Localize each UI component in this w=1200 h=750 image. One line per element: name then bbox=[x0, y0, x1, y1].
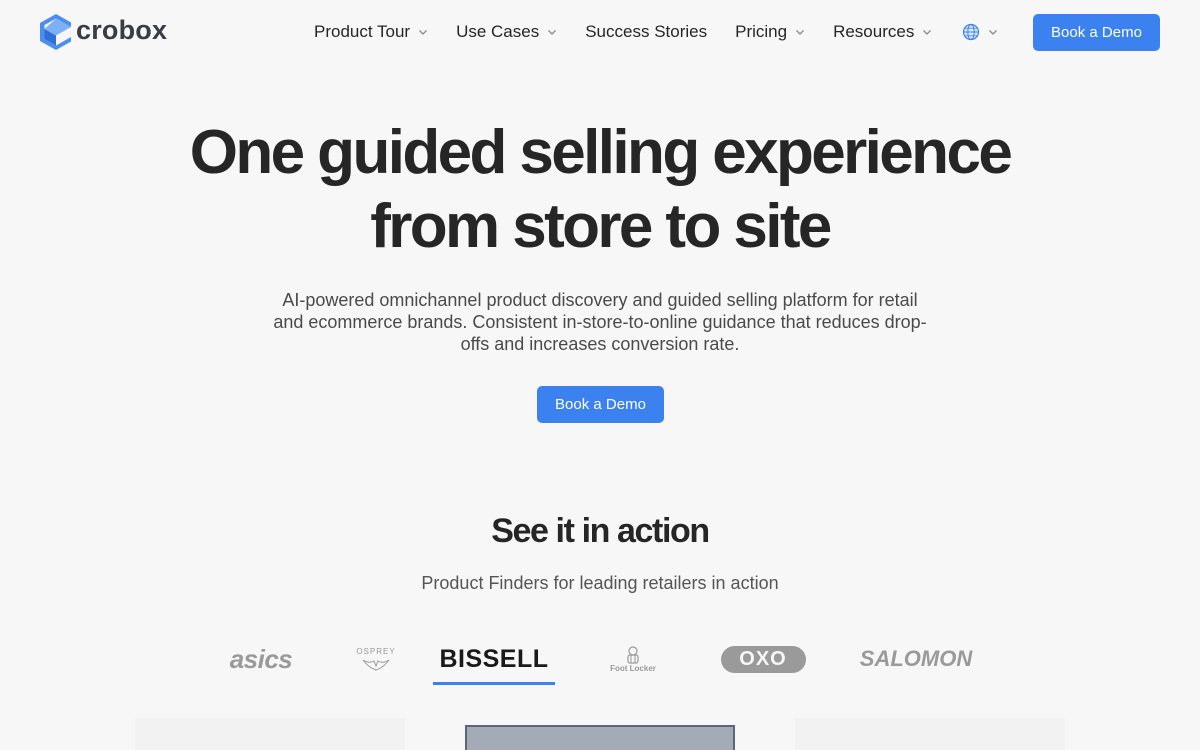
preview-card-right bbox=[795, 718, 1065, 750]
nav-book-demo-button[interactable]: Book a Demo bbox=[1033, 14, 1160, 51]
referee-icon bbox=[627, 645, 639, 664]
chevron-down-icon bbox=[989, 30, 998, 35]
top-nav: crobox Product Tour Use Cases Success St… bbox=[0, 0, 1200, 64]
chevron-down-icon bbox=[923, 30, 932, 35]
nav-success-stories[interactable]: Success Stories bbox=[585, 22, 707, 42]
nav-success-stories-label: Success Stories bbox=[585, 22, 708, 41]
osprey-bird-icon bbox=[362, 659, 390, 671]
brand-logo-asics[interactable]: asics bbox=[214, 636, 308, 682]
chevron-down-icon bbox=[548, 30, 557, 35]
brand-logo-foot-locker[interactable]: Foot Locker bbox=[600, 636, 666, 682]
nav-resources[interactable]: Resources bbox=[833, 22, 932, 42]
nav-product-tour[interactable]: Product Tour bbox=[314, 22, 428, 42]
salomon-logo-text: SALOMON bbox=[859, 646, 973, 671]
bissell-logo-text: BISSELL bbox=[439, 644, 549, 673]
nav-use-cases[interactable]: Use Cases bbox=[456, 22, 557, 42]
nav-resources-label: Resources bbox=[833, 22, 915, 41]
globe-icon bbox=[963, 23, 980, 41]
hero-title: One guided selling experience from store… bbox=[0, 116, 1200, 264]
brand-logo-osprey[interactable]: OSPREY bbox=[350, 636, 402, 682]
hero-title-line-1: One guided selling experience bbox=[189, 118, 1013, 187]
brand-logo-salomon[interactable]: SALOMON bbox=[845, 636, 987, 682]
nav-pricing[interactable]: Pricing bbox=[735, 22, 805, 42]
osprey-logo-text: OSPREY bbox=[356, 646, 396, 656]
brand-name: crobox bbox=[76, 15, 168, 45]
brand-logo-oxo[interactable]: OXO bbox=[720, 636, 806, 682]
oxo-logo-pill: OXO bbox=[720, 645, 806, 673]
oxo-logo-text: OXO bbox=[739, 647, 787, 670]
nav-use-cases-label: Use Cases bbox=[456, 22, 540, 41]
hero-book-demo-button[interactable]: Book a Demo bbox=[537, 386, 664, 423]
preview-card-left bbox=[135, 718, 405, 750]
asics-logo-text: asics bbox=[229, 643, 293, 674]
showcase-title: See it in action bbox=[491, 512, 710, 550]
chevron-down-icon bbox=[796, 30, 805, 35]
hero-title-line-2: from store to site bbox=[370, 192, 832, 261]
brand-logo-bissell[interactable]: BISSELL bbox=[433, 636, 555, 685]
language-selector[interactable] bbox=[962, 23, 998, 41]
crobox-logo[interactable]: crobox bbox=[40, 14, 167, 50]
chevron-down-icon bbox=[419, 30, 428, 35]
crobox-hexagon-icon bbox=[40, 14, 71, 50]
nav-product-tour-label: Product Tour bbox=[314, 22, 411, 41]
main-menu: Product Tour Use Cases Success Stories P… bbox=[314, 20, 998, 44]
hero-subtitle: AI-powered omnichannel product discovery… bbox=[273, 290, 927, 354]
nav-pricing-label: Pricing bbox=[735, 22, 788, 41]
foot-locker-logo-text: Foot Locker bbox=[610, 663, 656, 673]
preview-card-active[interactable] bbox=[465, 725, 735, 750]
showcase-subtitle: Product Finders for leading retailers in… bbox=[421, 573, 779, 593]
